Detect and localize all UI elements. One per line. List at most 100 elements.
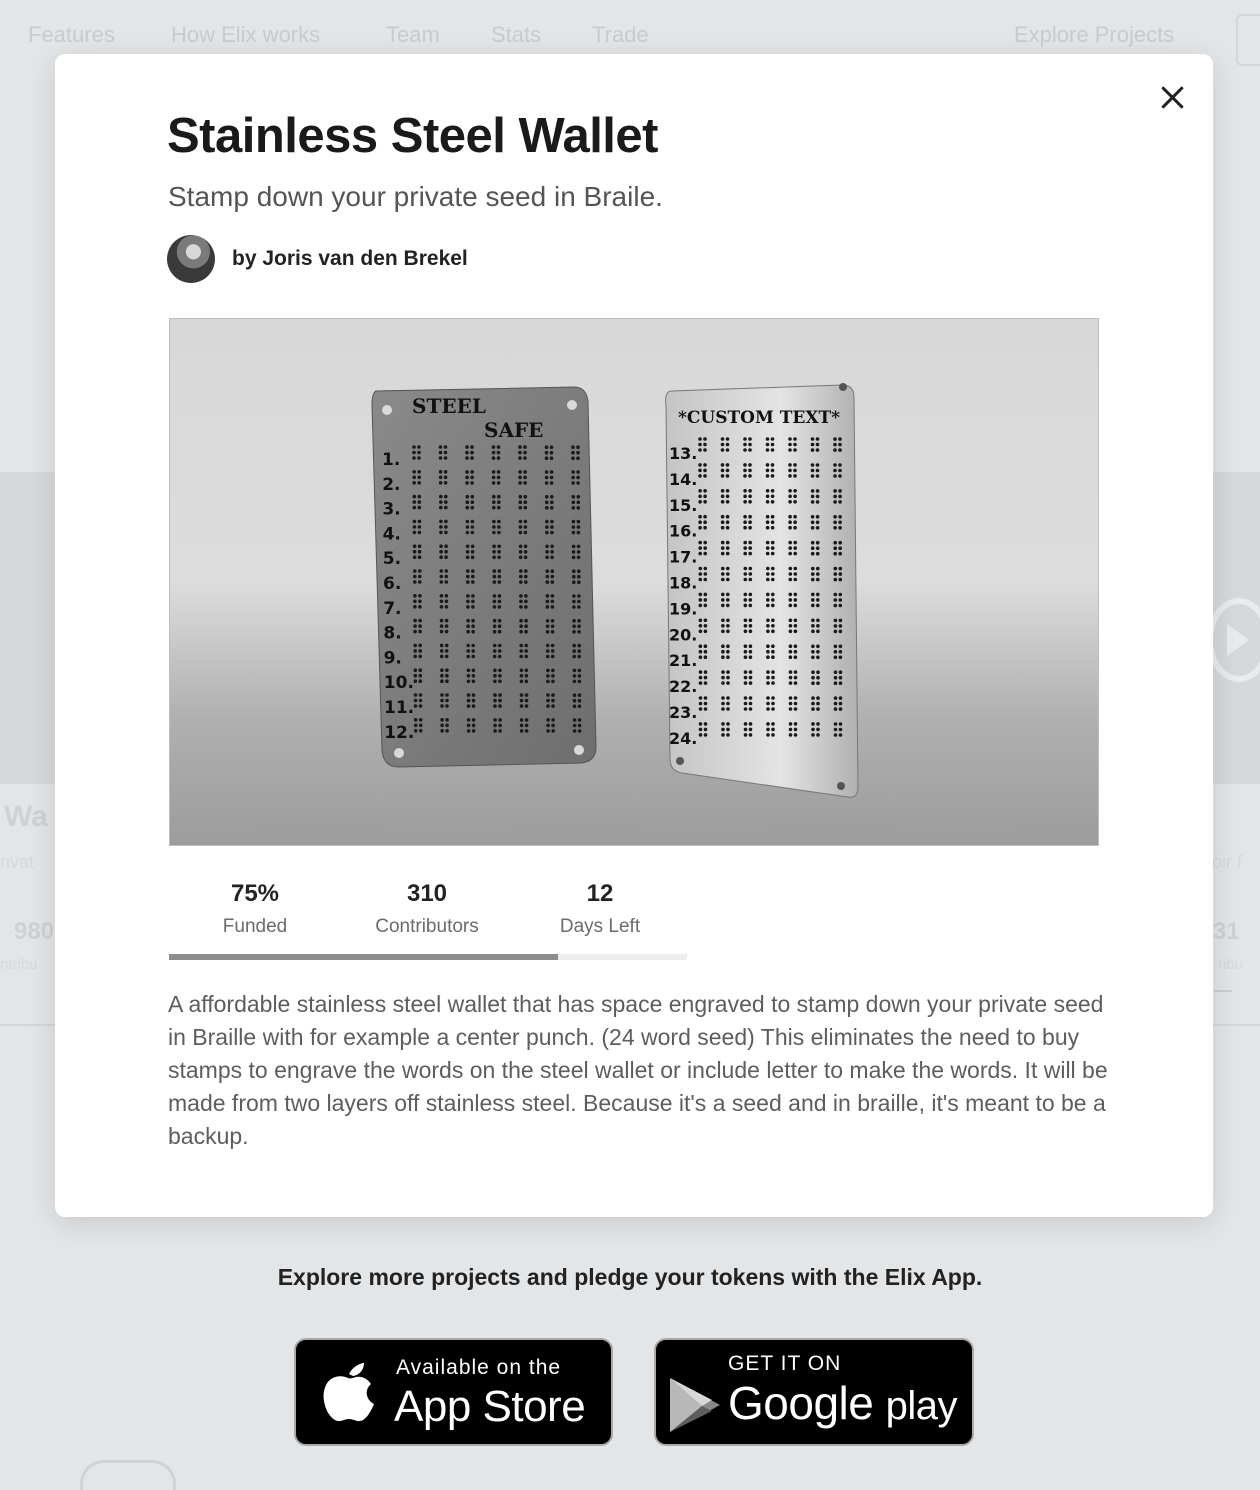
braille-dot (771, 649, 775, 654)
braille-dot (571, 481, 575, 485)
braille-dot (726, 670, 730, 674)
braille-dot (816, 696, 820, 700)
google-play-small-text: GET IT ON (728, 1352, 842, 1375)
braille-dot (439, 530, 443, 535)
braille-dot (444, 549, 448, 554)
braille-dot (466, 605, 470, 609)
braille-dot (698, 696, 703, 700)
braille-dot (838, 577, 843, 582)
stat-contributors-label: Contributors (375, 916, 479, 937)
braille-dot (838, 603, 843, 608)
braille-dot (492, 544, 496, 549)
braille-dot (703, 649, 708, 654)
braille-dot (793, 494, 797, 499)
braille-dot (571, 519, 576, 524)
braille-dot (743, 675, 748, 680)
braille-dot (497, 505, 501, 510)
braille-dot (816, 624, 820, 628)
braille-dot (413, 629, 417, 634)
braille-dot (438, 470, 443, 474)
braille-dot (811, 624, 815, 628)
braille-dot (549, 445, 554, 449)
braille-dot (748, 437, 752, 441)
close-icon[interactable] (1155, 80, 1189, 114)
funding-stats: 75% Funded 310 Contributors 12 Days Left (169, 880, 687, 960)
braille-dot (491, 470, 496, 474)
braille-dot (811, 572, 815, 576)
braille-dot (571, 445, 575, 449)
braille-dot (439, 594, 444, 598)
braille-dot (703, 727, 708, 732)
braille-dot (748, 618, 753, 623)
braille-dot (444, 605, 449, 609)
braille-dot (793, 655, 798, 659)
stat-days-left: 12 Days Left (525, 880, 675, 938)
braille-dot (793, 629, 798, 634)
braille-dot (720, 540, 725, 545)
braille-dot (545, 580, 550, 584)
braille-dot (743, 733, 748, 737)
braille-dot (703, 629, 708, 634)
braille-dot (743, 525, 747, 530)
braille-dot (703, 670, 708, 674)
braille-dot (443, 470, 448, 474)
braille-dot (766, 707, 770, 711)
braille-dot (417, 470, 421, 474)
braille-dot (748, 520, 752, 524)
braille-dot (572, 580, 576, 584)
braille-dot (572, 723, 577, 728)
braille-dot (793, 468, 797, 473)
braille-dot (572, 679, 577, 684)
braille-dot (810, 546, 815, 550)
braille-dot (833, 670, 838, 674)
braille-dot (497, 649, 502, 653)
braille-dot (417, 530, 422, 535)
braille-dot (523, 505, 528, 510)
braille-dot (492, 654, 497, 659)
braille-dot (748, 500, 752, 504)
braille-dot (576, 555, 581, 560)
braille-dot (721, 577, 725, 582)
braille-dot (470, 445, 474, 449)
braille-dot (518, 494, 523, 499)
braille-dot (770, 525, 775, 530)
google-play-big-text-google: Google (728, 1377, 874, 1429)
braille-dot (748, 603, 753, 608)
braille-dot (743, 707, 748, 711)
braille-dot (748, 572, 753, 576)
braille-dot (417, 500, 422, 504)
braille-dot (748, 551, 752, 556)
braille-dot (497, 544, 501, 549)
braille-dot (743, 514, 747, 519)
app-store-button[interactable]: Available on the App Store (294, 1338, 613, 1446)
braille-dot (748, 468, 752, 473)
braille-dot (748, 675, 753, 680)
braille-dot (838, 650, 843, 654)
braille-dot (703, 733, 708, 737)
braille-dot (703, 442, 707, 447)
braille-dot (572, 599, 576, 604)
braille-dot (721, 696, 725, 700)
braille-dot (418, 569, 422, 573)
braille-dot (471, 643, 476, 648)
braille-dot (493, 674, 497, 678)
braille-dot (471, 599, 475, 604)
braille-dot (838, 520, 842, 525)
braille-dot (544, 456, 549, 460)
braille-dot (545, 624, 550, 629)
braille-dot (492, 569, 497, 573)
braille-dot (577, 643, 581, 648)
braille-dot (721, 707, 725, 711)
braille-dot (726, 577, 730, 582)
braille-dot (811, 675, 815, 680)
google-play-button[interactable]: GET IT ON Google play (654, 1338, 974, 1446)
braille-dot (771, 696, 775, 700)
braille-dot (438, 450, 443, 455)
right-plate-number: 17. (669, 548, 697, 567)
braille-dot (519, 580, 523, 584)
braille-dot (833, 598, 838, 602)
braille-dot (833, 577, 838, 582)
braille-dot (770, 437, 775, 441)
right-plate-number: 19. (669, 599, 697, 618)
braille-dot (418, 580, 422, 584)
